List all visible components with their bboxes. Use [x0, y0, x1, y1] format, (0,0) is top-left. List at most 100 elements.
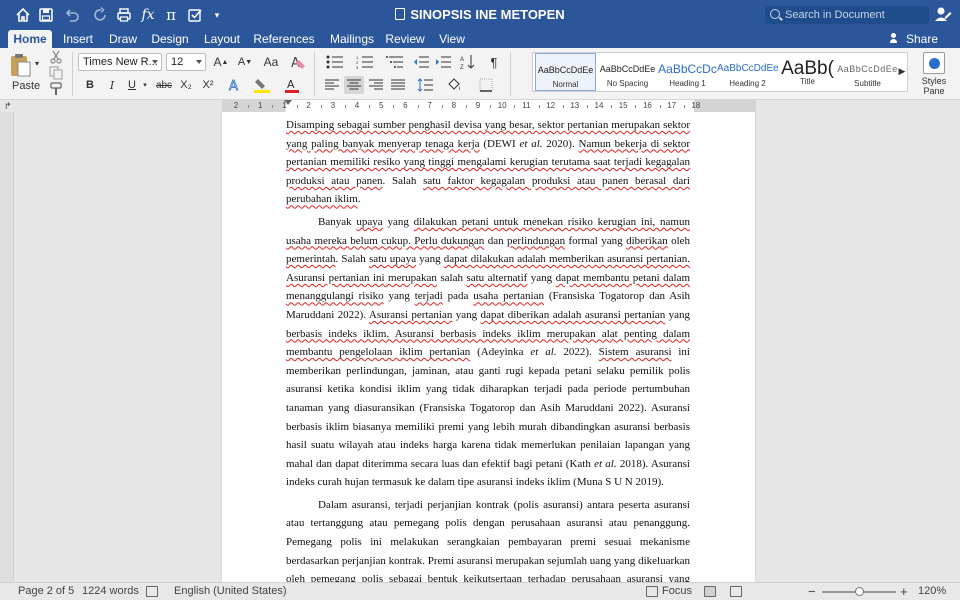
page-count[interactable]: Page 2 of 5 [18, 583, 74, 600]
tab-insert[interactable]: Insert [60, 30, 96, 48]
format-painter-icon[interactable] [48, 82, 64, 96]
spelling-flagged-text: Asuransi pertanian [368, 308, 453, 321]
underline-button[interactable]: U [124, 76, 140, 94]
cut-icon[interactable] [48, 50, 64, 64]
ruler-number: 5 [378, 101, 384, 110]
zoom-out-button[interactable]: − [808, 583, 816, 600]
share-button[interactable]: Share [889, 30, 938, 48]
change-case-button[interactable]: Aa [260, 53, 282, 71]
document-icon [395, 8, 406, 20]
tab-layout[interactable]: Layout [200, 30, 244, 48]
ruler-tick [465, 105, 467, 108]
shrink-font-button[interactable]: A ▼ [234, 53, 256, 71]
text-run: 2022). [556, 346, 599, 359]
styles-pane-button[interactable]: Styles Pane [912, 50, 956, 98]
search-input[interactable]: Search in Document [765, 6, 929, 24]
text-run: dan [484, 234, 508, 247]
document-canvas[interactable]: Disamping sebagai sumber penghasil devis… [0, 112, 960, 582]
ruler-tick [586, 105, 588, 108]
styles-gallery-next-icon[interactable]: ▶ [896, 64, 908, 78]
italic-button[interactable]: I [104, 76, 120, 94]
line-spacing-icon[interactable] [414, 76, 436, 94]
underline-options-dropdown[interactable]: ▾ [140, 76, 150, 94]
ruler-tick [248, 105, 250, 108]
print-layout-icon[interactable] [704, 586, 716, 597]
subscript-button[interactable]: X₂ [176, 76, 196, 94]
style-heading-2[interactable]: AaBbCcDdEe Heading 2 [717, 53, 778, 91]
tab-home[interactable]: Home [8, 30, 52, 48]
align-center-icon[interactable] [344, 76, 364, 94]
clear-formatting-icon[interactable]: A [288, 53, 308, 71]
text-run: et al. [594, 457, 617, 470]
tab-view[interactable]: View [436, 30, 468, 48]
language-indicator[interactable]: English (United States) [174, 583, 287, 600]
font-size-dropdown[interactable]: 12 [166, 53, 206, 71]
document-body[interactable]: Disamping sebagai sumber penghasil devis… [286, 116, 690, 582]
web-layout-icon[interactable] [730, 586, 742, 597]
justify-icon[interactable] [388, 76, 408, 94]
bold-button[interactable]: B [82, 76, 98, 94]
style-title[interactable]: AaBb( Title [777, 53, 838, 91]
document-page[interactable]: Disamping sebagai sumber penghasil devis… [222, 112, 755, 582]
tab-references[interactable]: References [252, 30, 316, 48]
show-formatting-marks-icon[interactable]: ¶ [484, 53, 504, 71]
strikethrough-button[interactable]: abc [154, 76, 174, 94]
ruler-number: 15 [618, 101, 628, 110]
shading-icon[interactable] [442, 76, 466, 94]
spelling-flagged-text: pemerintah [286, 253, 336, 266]
numbering-icon[interactable]: 123 [352, 53, 378, 71]
grow-font-button[interactable]: A ▲ [210, 53, 232, 71]
ruler-tick [659, 105, 661, 108]
align-left-icon[interactable] [322, 76, 342, 94]
zoom-in-button[interactable]: + [900, 583, 908, 600]
paste-button[interactable] [8, 52, 32, 78]
tab-draw[interactable]: Draw [106, 30, 140, 48]
horizontal-ruler[interactable]: 2 1 1 2 3 4 5 6 7 8 9 10 11 12 13 14 15 16 17 18 [222, 100, 756, 112]
font-name-dropdown[interactable]: Times New R... [78, 53, 162, 71]
style-no-spacing[interactable]: AaBbCcDdEe No Spacing [597, 53, 658, 91]
word-count[interactable]: 1224 words [82, 583, 139, 600]
borders-icon[interactable] [472, 76, 500, 94]
increase-indent-icon[interactable] [434, 53, 452, 71]
superscript-button[interactable]: X² [198, 76, 218, 94]
style-normal[interactable]: AaBbCcDdEe Normal [535, 53, 596, 91]
paste-label: Paste [12, 80, 41, 92]
tab-stop-selector-icon[interactable]: ↱ [4, 101, 12, 112]
sort-icon[interactable]: AZ [458, 53, 478, 71]
paragraph[interactable]: Banyak upaya yang dilakukan petani untuk… [286, 213, 690, 492]
focus-icon[interactable] [646, 586, 658, 597]
multilevel-list-icon[interactable] [382, 53, 408, 71]
paragraph[interactable]: Disamping sebagai sumber penghasil devis… [286, 116, 690, 209]
account-icon[interactable] [934, 5, 952, 23]
ruler-tick [296, 105, 298, 108]
paragraph[interactable]: Dalam asuransi, terjadi perjanjian kontr… [286, 496, 690, 582]
ruler-number: 11 [522, 101, 531, 110]
align-right-icon[interactable] [366, 76, 386, 94]
style-subtitle[interactable]: AaBbCcDdEe Subtitle [837, 53, 898, 91]
share-label: Share [905, 32, 938, 46]
styles-pane-icon [923, 52, 945, 74]
proofing-icon[interactable] [146, 586, 158, 597]
ribbon-divider [72, 52, 73, 96]
zoom-slider[interactable] [822, 587, 896, 596]
zoom-level[interactable]: 120% [918, 583, 946, 600]
document-title-text: SINOPSIS INE METOPEN [410, 7, 565, 22]
focus-button[interactable]: Focus [662, 583, 692, 600]
ruler-left-margin [222, 100, 286, 112]
decrease-indent-icon[interactable] [412, 53, 430, 71]
spelling-flagged-text: diberikan [626, 234, 668, 247]
style-heading-1[interactable]: AaBbCcDc Heading 1 [657, 53, 718, 91]
zoom-slider-handle[interactable] [854, 587, 864, 596]
ruler-tick [320, 105, 322, 108]
tab-design[interactable]: Design [150, 30, 190, 48]
font-color-icon[interactable]: A [280, 76, 304, 94]
paste-options-dropdown[interactable]: ▾ [32, 58, 42, 68]
copy-icon[interactable] [48, 66, 64, 80]
text-effects-icon[interactable]: A [224, 76, 246, 94]
tab-review[interactable]: Review [384, 30, 426, 48]
bullets-icon[interactable] [322, 53, 348, 71]
ruler-number: 2 [306, 101, 311, 110]
ruler-number: 7 [427, 101, 432, 110]
highlight-color-icon[interactable] [250, 76, 274, 94]
tab-mailings[interactable]: Mailings [324, 30, 380, 48]
